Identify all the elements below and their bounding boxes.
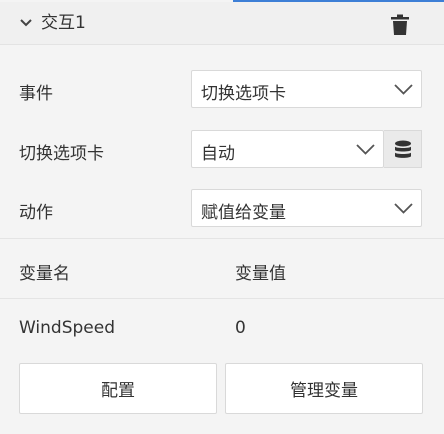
divider — [0, 298, 444, 299]
trash-icon[interactable] — [390, 14, 410, 36]
action-row: 动作 赋值给变量 — [0, 189, 444, 229]
database-icon — [395, 140, 411, 158]
variable-value-header: 变量值 — [235, 264, 286, 284]
manage-variables-button[interactable]: 管理变量 — [225, 363, 423, 414]
action-select[interactable]: 赋值给变量 — [191, 189, 422, 227]
variable-value: 0 — [235, 318, 246, 338]
interaction-title: 交互1 — [41, 13, 86, 33]
action-select-value: 赋值给变量 — [201, 203, 286, 223]
variable-row: WindSpeed 0 — [0, 318, 444, 342]
event-label: 事件 — [19, 84, 53, 104]
variable-name: WindSpeed — [19, 318, 116, 338]
divider — [0, 238, 444, 239]
event-row: 事件 切换选项卡 — [0, 70, 444, 110]
chevron-down-icon — [394, 84, 413, 95]
interaction-panel: 交互1 事件 切换选项卡 切换选项卡 自动 动作 赋值给变量 变量名 变量值 W… — [0, 0, 444, 434]
variable-binding-button[interactable] — [384, 130, 422, 168]
tab-switch-select[interactable]: 自动 — [191, 130, 384, 168]
tab-switch-row: 切换选项卡 自动 — [0, 130, 444, 170]
configure-button[interactable]: 配置 — [19, 363, 217, 414]
chevron-down-icon — [356, 144, 375, 155]
tab-switch-label: 切换选项卡 — [19, 144, 104, 164]
chevron-down-icon — [394, 203, 413, 214]
variable-name-header: 变量名 — [19, 264, 70, 284]
tab-switch-select-value: 自动 — [201, 144, 235, 164]
interaction-header[interactable]: 交互1 — [0, 2, 444, 45]
event-select-value: 切换选项卡 — [201, 84, 286, 104]
event-select[interactable]: 切换选项卡 — [191, 70, 422, 108]
chevron-down-icon[interactable] — [19, 17, 33, 29]
action-label: 动作 — [19, 203, 53, 223]
